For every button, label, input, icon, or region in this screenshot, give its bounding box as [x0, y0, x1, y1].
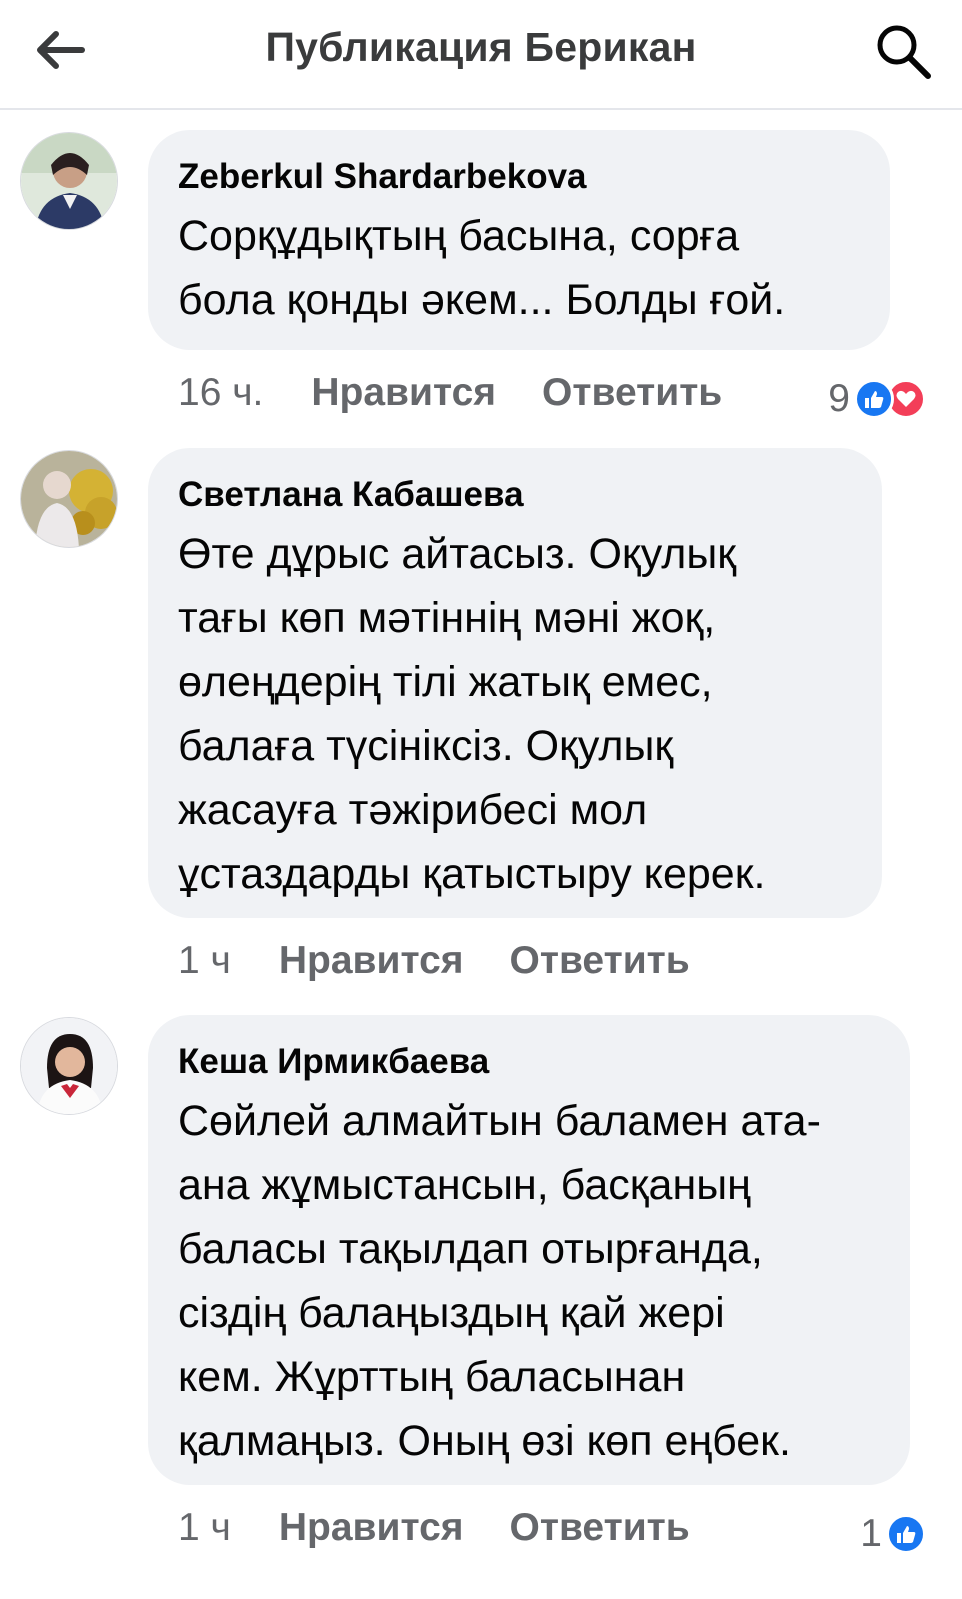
comment-actions: 16 ч. Нравится Ответить	[178, 368, 768, 418]
comment-bubble[interactable]: Светлана Кабашева Өте дұрыс айтасыз. Оқу…	[148, 448, 882, 918]
comment-author[interactable]: Светлана Кабашева	[178, 472, 852, 518]
reactions-summary[interactable]: 9	[828, 374, 926, 424]
reaction-count: 9	[828, 377, 850, 420]
reply-button[interactable]: Ответить	[542, 371, 722, 415]
avatar[interactable]	[20, 132, 118, 230]
comment-bubble[interactable]: Кеша Ирмикбаева Сөйлей алмайтын баламен …	[148, 1015, 910, 1485]
page-title: Публикация Берикан	[265, 24, 697, 70]
comment-item: Кеша Ирмикбаева Сөйлей алмайтын баламен …	[0, 1015, 962, 1595]
avatar[interactable]	[20, 1017, 118, 1115]
avatar[interactable]	[20, 450, 118, 548]
comment-item: Светлана Кабашева Өте дұрыс айтасыз. Оқу…	[0, 448, 962, 988]
user-photo-icon	[21, 451, 117, 547]
comment-actions: 1 ч Нравится Ответить	[178, 936, 736, 986]
search-icon	[877, 25, 931, 79]
reaction-count: 1	[860, 1512, 882, 1555]
reactions-summary[interactable]: 1	[860, 1509, 926, 1559]
comment-author[interactable]: Zeberkul Shardarbekova	[178, 154, 860, 200]
comment-item: Zeberkul Shardarbekova Сорқұдықтың басын…	[0, 130, 962, 430]
reply-button[interactable]: Ответить	[510, 939, 690, 983]
comment-time[interactable]: 1 ч	[178, 1506, 231, 1550]
like-icon	[886, 1514, 926, 1554]
comment-text: Өте дұрыс айтасыз. Оқулық тағы көп мәтін…	[178, 530, 766, 898]
like-button[interactable]: Нравится	[279, 939, 464, 983]
comment-text: Сорқұдықтың басына, сорға бола қонды әке…	[178, 212, 786, 324]
like-icon	[854, 379, 894, 419]
comment-actions: 1 ч Нравится Ответить	[178, 1503, 736, 1553]
reply-button[interactable]: Ответить	[510, 1506, 690, 1550]
like-button[interactable]: Нравится	[311, 371, 496, 415]
comment-time[interactable]: 16 ч.	[178, 371, 263, 415]
comment-time[interactable]: 1 ч	[178, 939, 231, 983]
comment-author[interactable]: Кеша Ирмикбаева	[178, 1039, 880, 1085]
comment-text: Сөйлей алмайтын баламен ата- ана жұмыста…	[178, 1097, 821, 1465]
user-photo-icon	[21, 133, 117, 229]
user-photo-icon	[21, 1018, 117, 1114]
comment-bubble[interactable]: Zeberkul Shardarbekova Сорқұдықтың басын…	[148, 130, 890, 350]
search-button[interactable]	[872, 20, 934, 82]
like-button[interactable]: Нравится	[279, 1506, 464, 1550]
top-bar: Публикация Берикан	[0, 0, 962, 110]
